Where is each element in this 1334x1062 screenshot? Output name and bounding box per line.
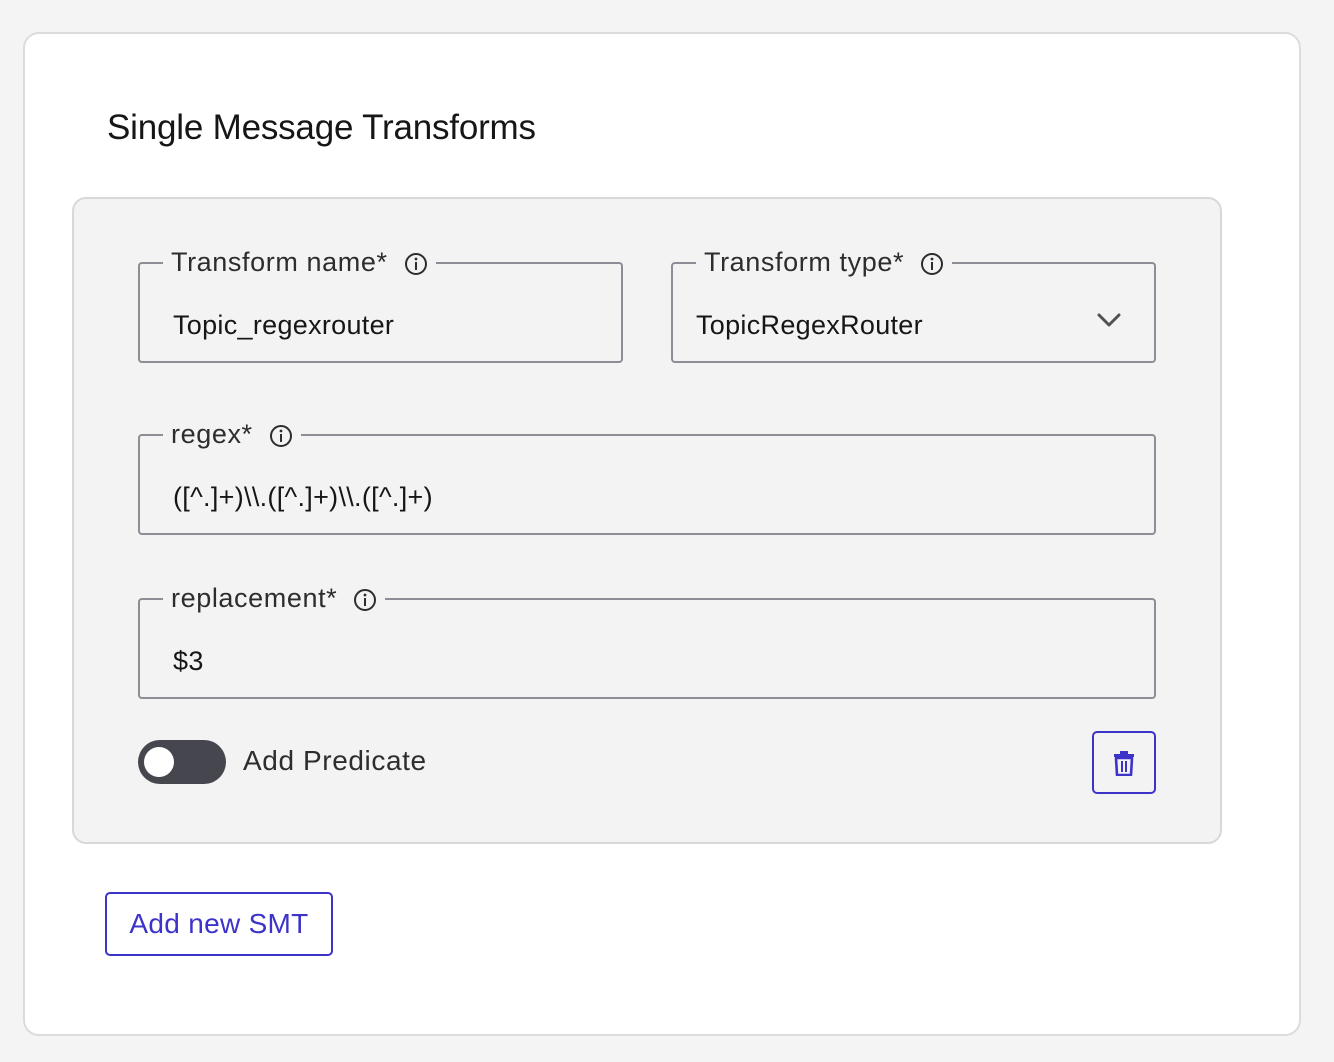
- transform-type-label: Transform type*: [704, 247, 905, 277]
- smt-item-panel: Transform name* Topic_regexrouter Transf…: [72, 197, 1222, 844]
- transform-type-legend: Transform type*: [696, 249, 952, 276]
- section-title: Single Message Transforms: [107, 108, 536, 147]
- add-new-smt-button[interactable]: Add new SMT: [105, 892, 333, 956]
- chevron-down-icon[interactable]: [1096, 312, 1122, 328]
- regex-field[interactable]: regex* ([^.]+)\\.([^.]+)\\.([^.]+): [138, 421, 1156, 535]
- transform-type-value: TopicRegexRouter: [696, 310, 923, 340]
- trash-icon: [1114, 750, 1134, 776]
- info-icon[interactable]: [269, 424, 293, 448]
- smt-card: Single Message Transforms Transform name…: [23, 32, 1301, 1036]
- info-icon[interactable]: [404, 252, 428, 276]
- transform-type-select[interactable]: Transform type* TopicRegexRouter: [671, 249, 1156, 363]
- transform-name-legend: Transform name*: [163, 249, 436, 276]
- replacement-label: replacement*: [171, 583, 338, 613]
- add-predicate-toggle[interactable]: [138, 740, 226, 784]
- info-icon[interactable]: [920, 252, 944, 276]
- replacement-input[interactable]: $3: [173, 646, 204, 677]
- regex-legend: regex*: [163, 421, 301, 448]
- toggle-knob: [144, 747, 174, 777]
- transform-name-label: Transform name*: [171, 247, 388, 277]
- replacement-legend: replacement*: [163, 585, 385, 612]
- replacement-field[interactable]: replacement* $3: [138, 585, 1156, 699]
- add-predicate-label: Add Predicate: [243, 745, 427, 776]
- transform-name-input[interactable]: Topic_regexrouter: [173, 310, 394, 341]
- transform-name-field[interactable]: Transform name* Topic_regexrouter: [138, 249, 623, 363]
- delete-transform-button[interactable]: [1092, 731, 1156, 794]
- regex-input[interactable]: ([^.]+)\\.([^.]+)\\.([^.]+): [173, 482, 433, 513]
- regex-label: regex*: [171, 419, 253, 449]
- info-icon[interactable]: [353, 588, 377, 612]
